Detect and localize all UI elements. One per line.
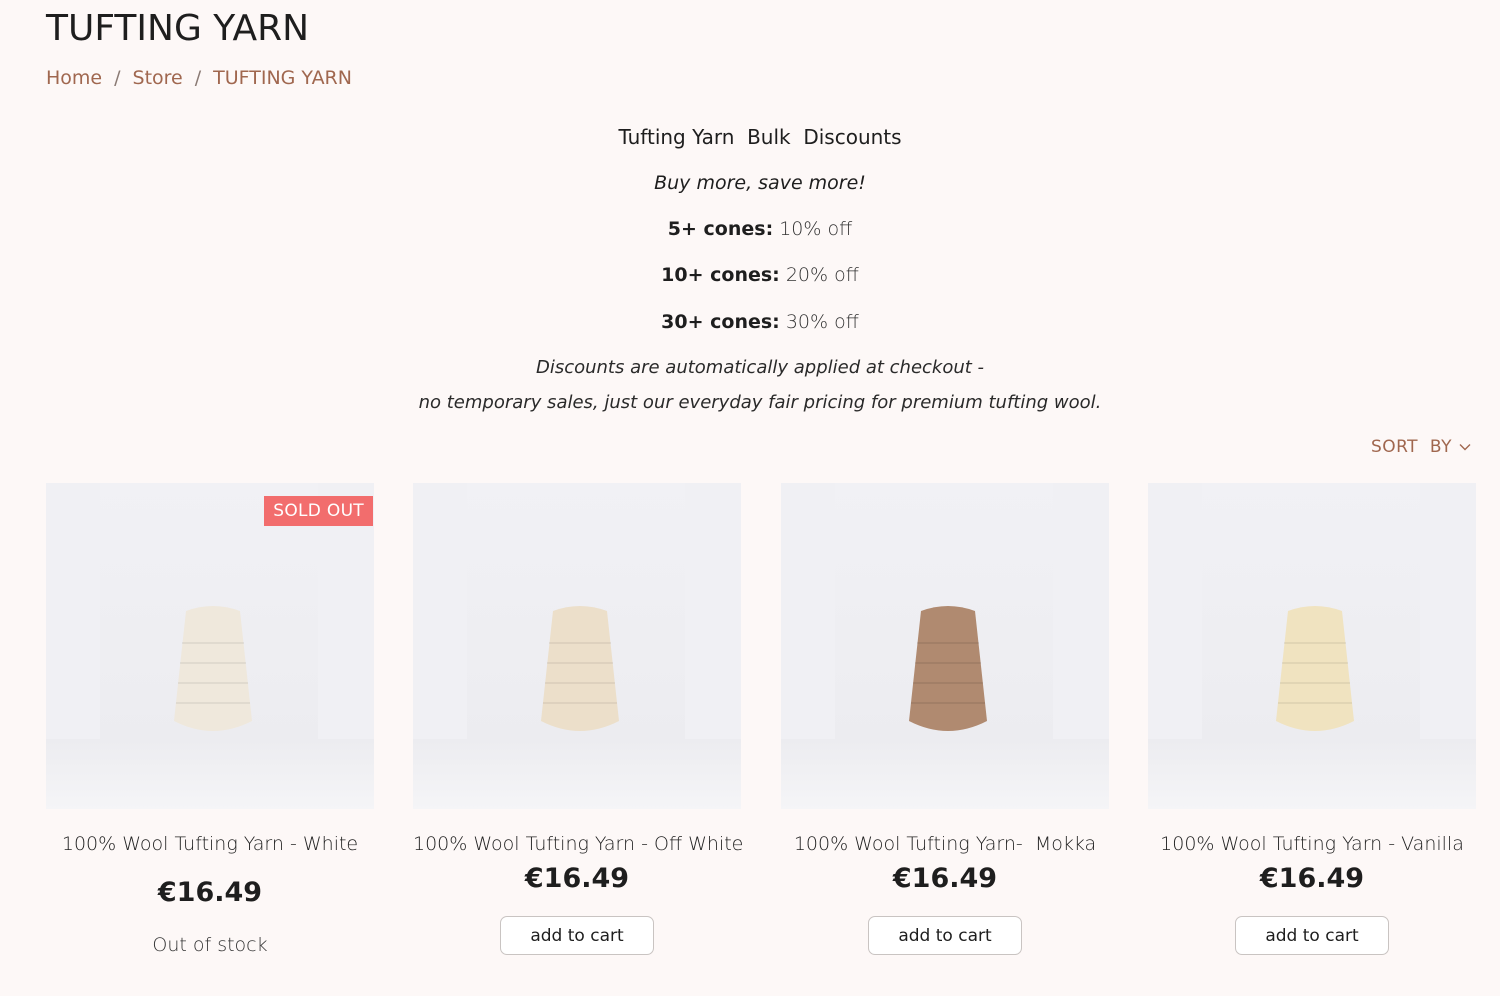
product-image[interactable] (781, 483, 1109, 809)
add-to-cart-button[interactable]: add to cart (868, 916, 1022, 955)
image-floor (1148, 739, 1476, 809)
product-price: €16.49 (892, 863, 998, 894)
product-name[interactable]: 100% Wool Tufting Yarn - Off White (413, 833, 743, 855)
breadcrumb-current: TUFTING YARN (213, 67, 352, 89)
product-image[interactable] (1148, 483, 1476, 809)
stock-status: Out of stock (152, 934, 268, 956)
yarn-cone-image (1276, 606, 1354, 731)
tier-discount: 20% off (785, 264, 859, 286)
image-floor (781, 739, 1109, 809)
image-floor (46, 739, 374, 809)
product-price: €16.49 (524, 863, 630, 894)
product-name[interactable]: 100% Wool Tufting Yarn - Vanilla (1148, 833, 1476, 855)
chevron-down-icon (1459, 444, 1471, 451)
sold-out-badge: SOLD OUT (264, 496, 373, 526)
product-card: 100% Wool Tufting Yarn- Mokka €16.49 add… (781, 483, 1109, 955)
discount-tier: 30+ cones: 30% off (0, 311, 1500, 333)
product-name[interactable]: 100% Wool Tufting Yarn- Mokka (781, 833, 1109, 855)
promo-heading: Tufting Yarn Bulk Discounts (618, 125, 902, 149)
yarn-cone-image (174, 606, 252, 731)
tier-label: 5+ cones: (667, 218, 774, 240)
promo-tagline: Buy more, save more! (654, 172, 866, 194)
product-card: SOLD OUT 100% Wool Tufting Yarn - White … (46, 483, 374, 956)
breadcrumb-store-link[interactable]: Store (133, 67, 183, 89)
discount-tier: 10+ cones: 20% off (0, 264, 1500, 286)
breadcrumb-separator: / (194, 67, 202, 89)
breadcrumb-separator: / (114, 67, 121, 89)
product-image[interactable] (413, 483, 741, 809)
sort-by-dropdown[interactable]: SORT BY (1371, 437, 1472, 457)
breadcrumb-home-link[interactable]: Home (46, 67, 102, 89)
yarn-cone-image (909, 606, 987, 731)
tier-discount: 30% off (785, 311, 859, 333)
promo-note-line2: no temporary sales, just our everyday fa… (418, 392, 1102, 413)
tier-discount: 10% off (779, 218, 853, 240)
tier-label: 10+ cones: (661, 264, 780, 286)
add-to-cart-button[interactable]: add to cart (500, 916, 654, 955)
product-image[interactable]: SOLD OUT (46, 483, 374, 809)
page-title: TUFTING YARN (46, 8, 310, 49)
product-price: €16.49 (1259, 863, 1365, 894)
discount-tier: 5+ cones: 10% off (0, 218, 1500, 240)
product-card: 100% Wool Tufting Yarn - Vanilla €16.49 … (1148, 483, 1476, 955)
tier-label: 30+ cones: (661, 311, 780, 333)
product-name[interactable]: 100% Wool Tufting Yarn - White (46, 833, 374, 855)
page: TUFTING YARN Home / Store / TUFTING YARN Tuf… (0, 0, 1500, 996)
sort-by-label: SORT BY (1370, 437, 1452, 457)
breadcrumb: Home / Store / TUFTING YARN (46, 67, 352, 89)
promo-note-line1: Discounts are automatically applied at c… (535, 357, 985, 378)
image-floor (413, 739, 741, 809)
add-to-cart-button[interactable]: add to cart (1235, 916, 1389, 955)
yarn-cone-image (541, 606, 619, 731)
product-card: 100% Wool Tufting Yarn - Off White €16.4… (413, 483, 743, 955)
product-price: €16.49 (157, 877, 263, 908)
